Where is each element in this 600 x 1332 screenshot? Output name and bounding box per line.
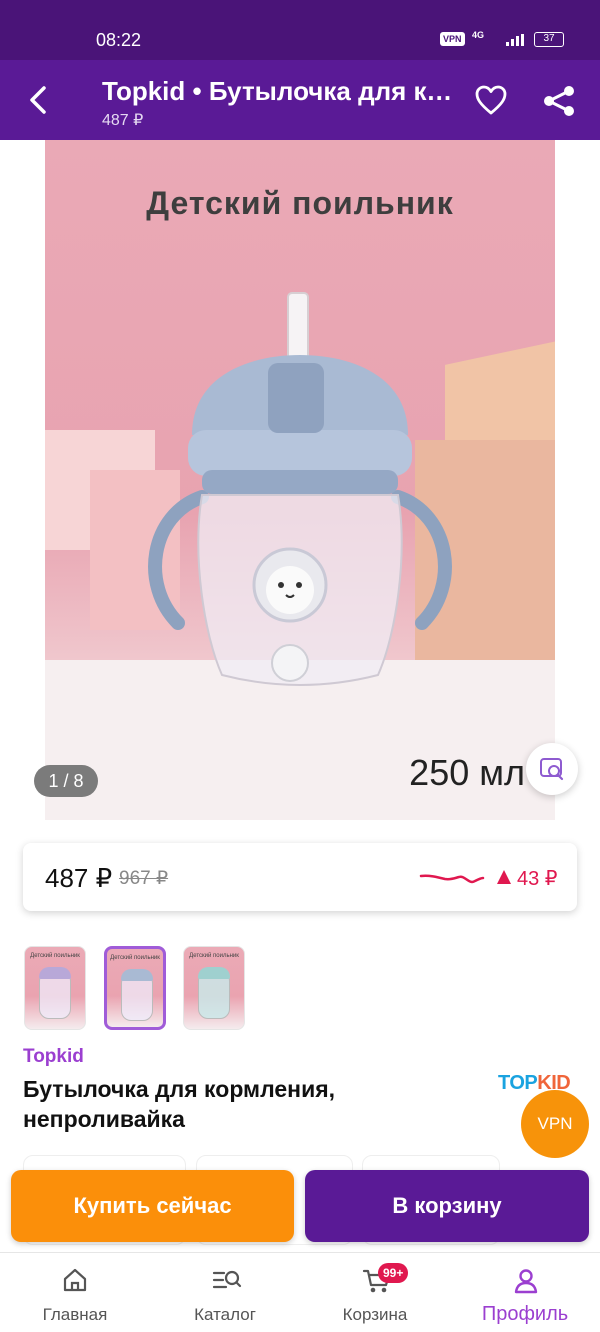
home-icon xyxy=(63,1268,87,1292)
catalog-search-icon xyxy=(212,1270,242,1289)
old-price: 967 ₽ xyxy=(119,868,169,889)
status-time: 08:22 xyxy=(96,30,142,50)
signal-icon xyxy=(506,34,524,46)
thumbnail-selected[interactable]: Детский поильник xyxy=(104,946,166,1030)
thumbnail-lid xyxy=(198,967,230,979)
product-image[interactable]: Детский поильник 250 мл xyxy=(45,140,555,820)
network-type: 4G xyxy=(472,30,485,40)
cart-count-badge: 99+ xyxy=(378,1263,409,1283)
thumbnail-cup xyxy=(121,975,153,1021)
price-delta: 43 ₽ xyxy=(517,868,558,890)
thumbnail-lid xyxy=(39,967,71,979)
vpn-indicator: VPN xyxy=(440,32,465,46)
page-title: Topkid • Бутылочка для кормления, непрол… xyxy=(102,76,462,106)
thumbnail-caption: Детский поильник xyxy=(110,955,160,961)
status-bar: 08:22 VPN 4G 37 xyxy=(0,0,600,60)
buy-now-button[interactable]: Купить сейчас xyxy=(11,1170,294,1242)
battery-icon: 37 xyxy=(534,32,564,47)
bottom-navigation: Главная Каталог Корзина Профиль xyxy=(0,1252,600,1332)
thumbnail[interactable]: Детский поильник xyxy=(183,946,245,1030)
favorite-heart-icon[interactable] xyxy=(474,84,508,116)
thumbnail-caption: Детский поильник xyxy=(189,953,239,959)
current-price: 487 ₽ xyxy=(45,863,113,893)
product-title: Бутылочка для кормления, непроливайка xyxy=(23,1076,336,1132)
profile-icon xyxy=(514,1269,538,1294)
thumbnail-cup xyxy=(198,973,230,1019)
brand-link[interactable]: Topkid xyxy=(23,1046,84,1068)
back-arrow-icon[interactable] xyxy=(22,82,58,118)
nav-home[interactable]: Главная xyxy=(0,1253,150,1332)
share-icon[interactable] xyxy=(542,84,576,118)
nav-cart[interactable]: Корзина xyxy=(300,1253,450,1332)
thumbnail-caption: Детский поильник xyxy=(30,953,80,959)
header-price: 487 ₽ xyxy=(102,112,144,129)
thumbnail-cup xyxy=(39,973,71,1019)
nav-profile[interactable]: Профиль xyxy=(450,1253,600,1332)
price-up-icon xyxy=(497,870,511,884)
image-search-icon xyxy=(540,758,564,781)
thumbnail-lid xyxy=(121,969,153,981)
image-counter: 1 / 8 xyxy=(34,765,98,797)
sippy-cup-illustration xyxy=(148,292,452,686)
image-volume-label: 250 мл xyxy=(409,752,525,793)
visual-search-button[interactable] xyxy=(526,743,578,795)
price-history-sparkline xyxy=(419,874,485,884)
thumbnail[interactable]: Детский поильник xyxy=(24,946,86,1030)
vpn-floating-button[interactable]: VPN xyxy=(521,1090,589,1158)
add-to-cart-button[interactable]: В корзину xyxy=(305,1170,589,1242)
price-card[interactable]: 487 ₽ 967 ₽ 43 ₽ xyxy=(23,843,577,911)
image-headline: Детский поильник xyxy=(146,185,454,221)
nav-catalog[interactable]: Каталог xyxy=(150,1253,300,1332)
app-header: Topkid • Бутылочка для кормления, непрол… xyxy=(0,60,600,140)
